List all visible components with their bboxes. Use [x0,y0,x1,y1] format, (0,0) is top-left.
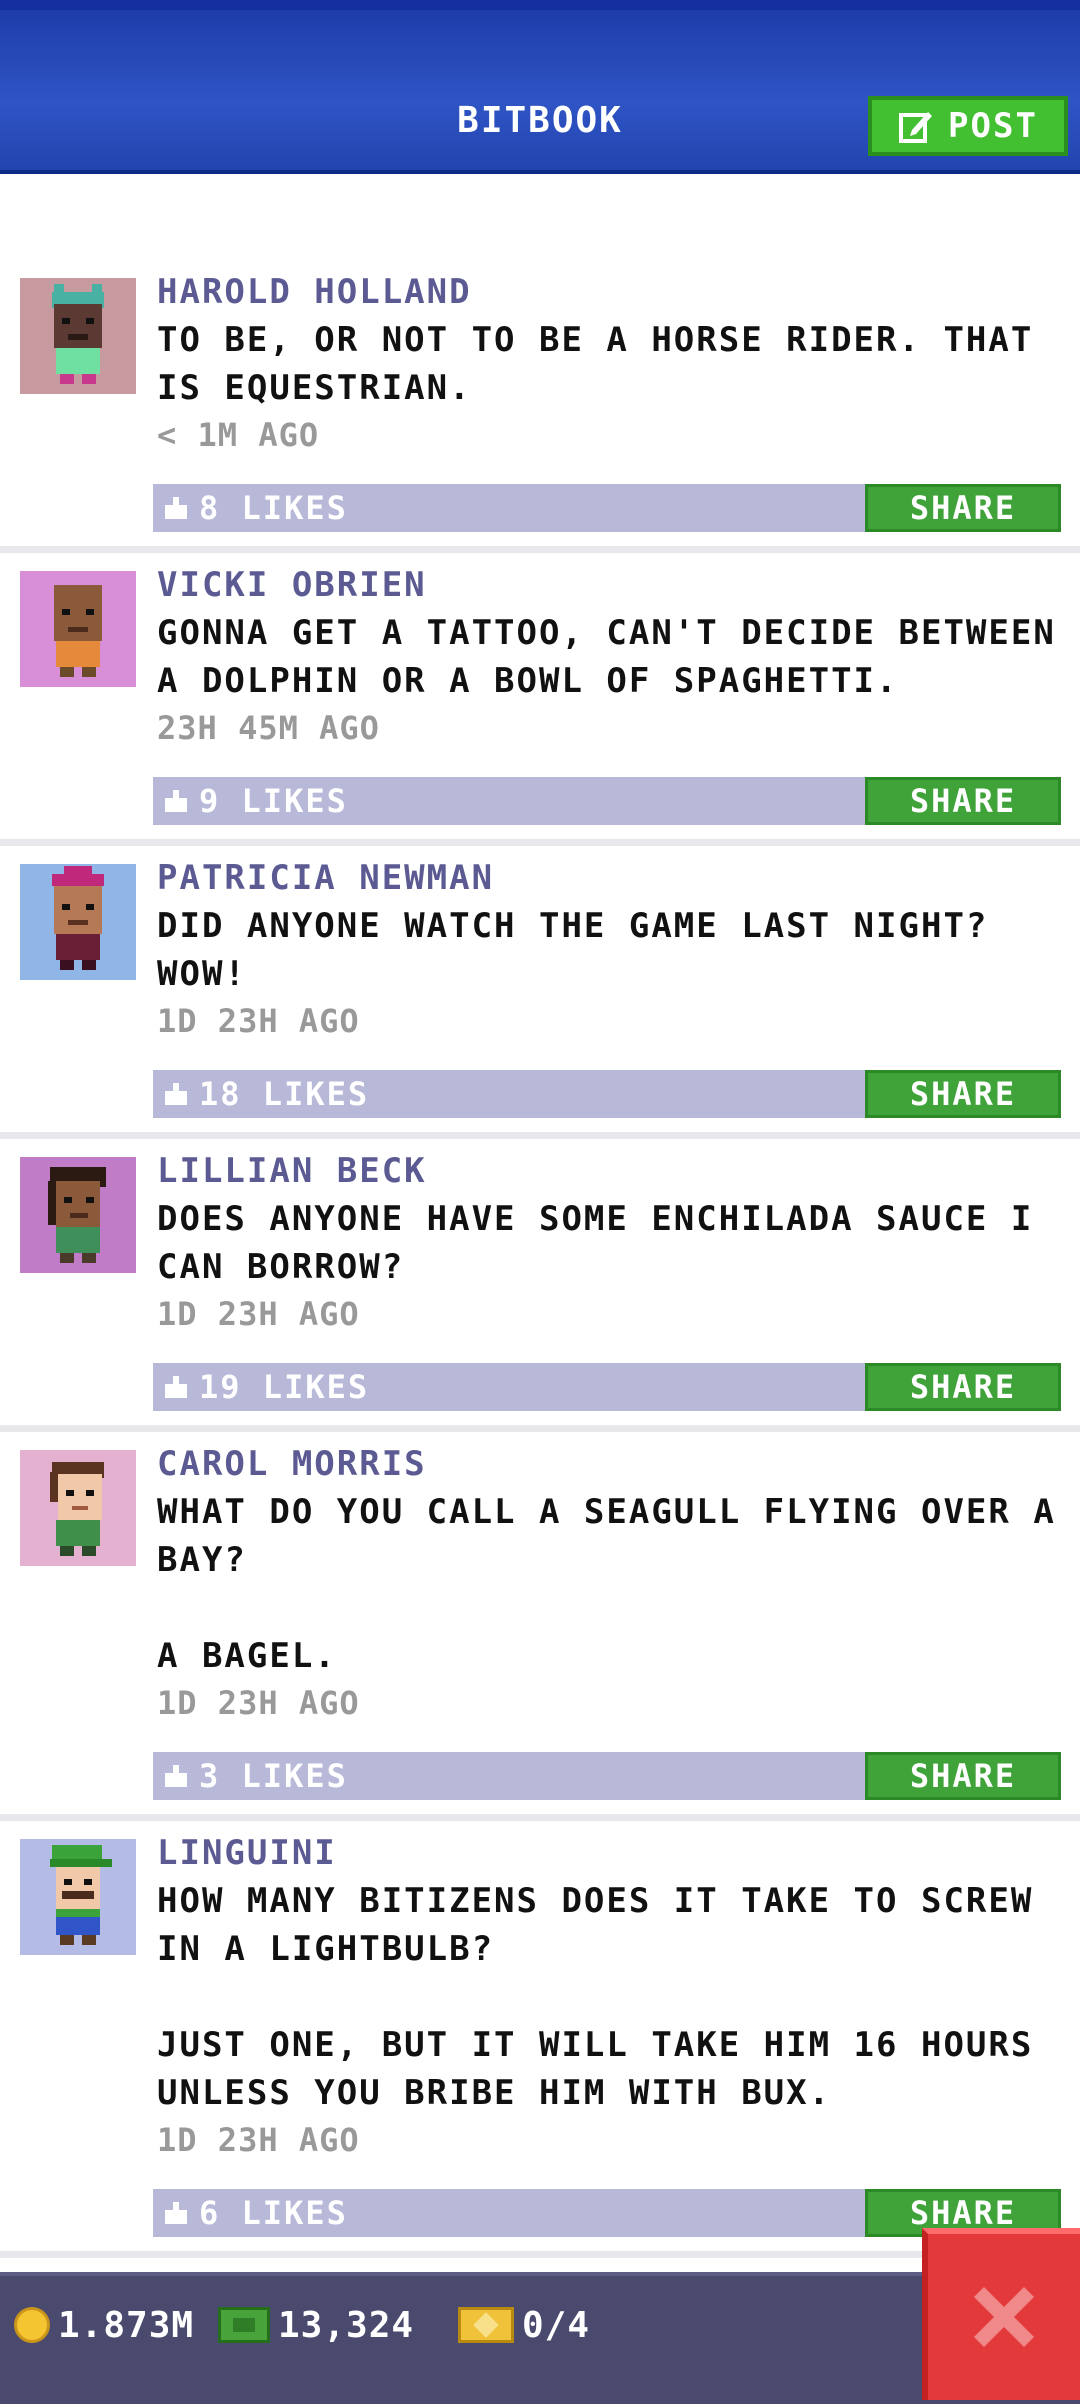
share-button[interactable]: SHARE [865,1070,1061,1118]
avatar[interactable] [20,1839,136,1955]
share-button[interactable]: SHARE [865,1363,1061,1411]
feed-post: LINGUINI HOW MANY BITIZENS DOES IT TAKE … [0,1821,1080,2258]
post-author[interactable]: LILLIAN BECK [157,1147,1067,1195]
like-count: 9 LIKES [199,782,348,820]
like-button[interactable]: 18 LIKES [163,1070,369,1118]
feed-post: VICKI OBRIEN GONNA GET A TATTOO, CAN'T D… [0,553,1080,846]
bux-icon [218,2307,270,2343]
feed-list[interactable]: HAROLD HOLLAND TO BE, OR NOT TO BE A HOR… [0,260,1080,2258]
post-text: WHAT DO YOU CALL A SEAGULL FLYING OVER A… [157,1492,1056,1676]
post-timestamp: 1D 23H AGO [157,1295,360,1333]
like-count: 8 LIKES [199,489,348,527]
tickets-value: 0/4 [522,2304,591,2346]
thumbs-up-icon [165,790,187,812]
like-button[interactable]: 19 LIKES [163,1363,369,1411]
feed-post: LILLIAN BECK DOES ANYONE HAVE SOME ENCHI… [0,1139,1080,1432]
bux-value: 13,324 [278,2304,415,2346]
like-count: 6 LIKES [199,2194,348,2232]
post-button-label: POST [948,106,1038,146]
like-bar: 9 LIKES SHARE [153,777,1061,825]
thumbs-up-icon [165,1083,187,1105]
thumbs-up-icon [165,497,187,519]
edit-icon [899,112,933,143]
post-text: HOW MANY BITIZENS DOES IT TAKE TO SCREW … [157,1881,1034,2113]
ticket-icon [458,2307,514,2343]
post-author[interactable]: LINGUINI [157,1829,1067,1877]
post-text: DOES ANYONE HAVE SOME ENCHILADA SAUCE I … [157,1199,1056,1287]
avatar[interactable] [20,864,136,980]
post-text: GONNA GET A TATTOO, CAN'T DECIDE BETWEEN… [157,613,1079,701]
like-button[interactable]: 9 LIKES [163,777,348,825]
avatar[interactable] [20,571,136,687]
share-button[interactable]: SHARE [865,777,1061,825]
tickets-stat: 0/4 [458,2300,590,2350]
avatar[interactable] [20,1157,136,1273]
close-icon [974,2287,1034,2347]
post-timestamp: 1D 23H AGO [157,1002,360,1040]
like-bar: 3 LIKES SHARE [153,1752,1061,1800]
like-bar: 8 LIKES SHARE [153,484,1061,532]
coins-value: 1.873M [58,2304,195,2346]
like-bar: 18 LIKES SHARE [153,1070,1061,1118]
like-bar: 19 LIKES SHARE [153,1363,1061,1411]
avatar[interactable] [20,1450,136,1566]
coins-stat: 1.873M [14,2300,194,2350]
like-button[interactable]: 3 LIKES [163,1752,348,1800]
like-button[interactable]: 6 LIKES [163,2189,348,2237]
top-bar: BITBOOK POST [0,0,1080,174]
like-count: 3 LIKES [199,1757,348,1795]
feed-post: HAROLD HOLLAND TO BE, OR NOT TO BE A HOR… [0,260,1080,553]
post-author[interactable]: VICKI OBRIEN [157,561,1067,609]
post-author[interactable]: CAROL MORRIS [157,1440,1067,1488]
like-button[interactable]: 8 LIKES [163,484,348,532]
coin-icon [14,2307,50,2343]
post-text: TO BE, OR NOT TO BE A HORSE RIDER. THAT … [157,320,1056,408]
feed-post: CAROL MORRIS WHAT DO YOU CALL A SEAGULL … [0,1432,1080,1821]
post-author[interactable]: HAROLD HOLLAND [157,268,1067,316]
currency-bar: 1.873M 13,324 0/4 [0,2272,1080,2404]
share-button[interactable]: SHARE [865,484,1061,532]
post-button[interactable]: POST [868,96,1068,156]
status-strip [0,0,1080,10]
post-timestamp: 1D 23H AGO [157,2121,360,2159]
thumbs-up-icon [165,1376,187,1398]
share-button[interactable]: SHARE [865,1752,1061,1800]
feed-post: PATRICIA NEWMAN DID ANYONE WATCH THE GAM… [0,846,1080,1139]
post-text: DID ANYONE WATCH THE GAME LAST NIGHT? WO… [157,906,1011,994]
thumbs-up-icon [165,2202,187,2224]
like-count: 19 LIKES [199,1368,370,1406]
post-timestamp: 1D 23H AGO [157,1684,360,1722]
post-timestamp: < 1M AGO [157,416,320,454]
post-author[interactable]: PATRICIA NEWMAN [157,854,1067,902]
post-timestamp: 23H 45M AGO [157,709,380,747]
avatar[interactable] [20,278,136,394]
bux-stat: 13,324 [218,2300,414,2350]
close-button[interactable] [922,2228,1080,2400]
thumbs-up-icon [165,1765,187,1787]
like-count: 18 LIKES [199,1075,370,1113]
